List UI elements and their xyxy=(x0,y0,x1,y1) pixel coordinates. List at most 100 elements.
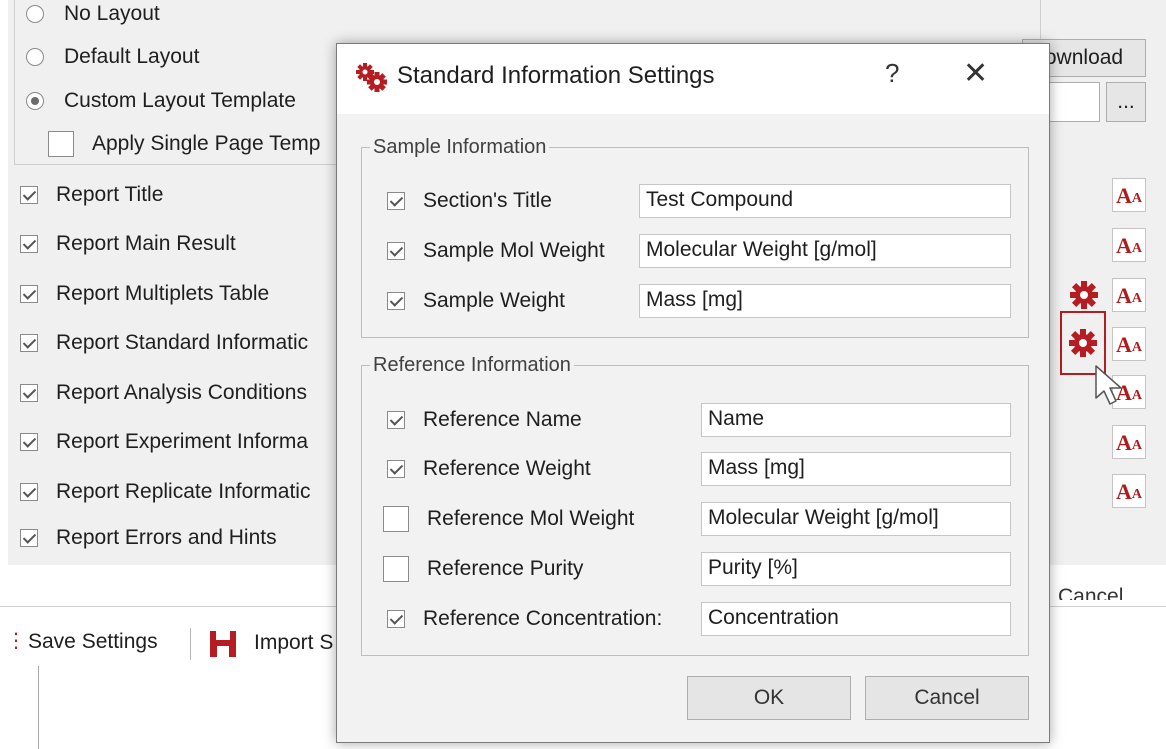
font-a-icon: A xyxy=(1115,430,1132,455)
checkbox-label: Report Analysis Conditions xyxy=(56,381,307,404)
checkbox[interactable] xyxy=(20,433,38,451)
reference-name-input[interactable]: Name xyxy=(701,403,1011,437)
apply-single-page-checkbox[interactable]: Apply Single Page Temp xyxy=(48,127,320,161)
checkbox-label: Report Multiplets Table xyxy=(56,282,270,305)
gear-icon xyxy=(1070,281,1098,309)
radio-label: No Layout xyxy=(64,2,160,25)
checkbox[interactable] xyxy=(383,506,409,532)
group-legend: Reference Information xyxy=(373,354,571,376)
browse-button[interactable]: ... xyxy=(1106,82,1146,122)
font-settings-button[interactable]: AA xyxy=(1112,425,1146,459)
font-a-icon: A xyxy=(1115,283,1132,308)
close-button[interactable]: ✕ xyxy=(963,56,988,91)
reference-weight-input[interactable]: Mass [mg] xyxy=(701,452,1011,486)
radio-label: Default Layout xyxy=(64,45,200,68)
reference-mol-weight-checkbox[interactable]: Reference Mol Weight xyxy=(383,504,634,534)
checkbox[interactable] xyxy=(48,131,74,157)
checkbox-label: Section's Title xyxy=(423,189,552,212)
checkbox[interactable] xyxy=(387,610,405,628)
checkbox-label: Report Errors and Hints xyxy=(56,526,277,549)
checkbox[interactable] xyxy=(387,460,405,478)
save-settings-label: Save Settings xyxy=(28,630,158,653)
checkbox[interactable] xyxy=(383,556,409,582)
font-a-icon: A xyxy=(1115,233,1132,258)
cancel-button[interactable]: Cancel xyxy=(865,676,1029,720)
checkbox[interactable] xyxy=(387,411,405,429)
reference-concentration-input[interactable]: Concentration xyxy=(701,602,1011,636)
checkbox[interactable] xyxy=(20,334,38,352)
report-multiplets-table-checkbox[interactable]: Report Multiplets Table xyxy=(20,279,269,309)
checkbox[interactable] xyxy=(387,242,405,260)
save-settings-button[interactable]: Save Settings xyxy=(28,630,158,654)
ok-button[interactable]: OK xyxy=(687,676,851,720)
browse-button-label: ... xyxy=(1117,90,1135,113)
report-experiment-information-checkbox[interactable]: Report Experiment Informa xyxy=(20,427,308,457)
reference-weight-checkbox[interactable]: Reference Weight xyxy=(387,454,591,484)
checkbox[interactable] xyxy=(387,192,405,210)
report-main-result-checkbox[interactable]: Report Main Result xyxy=(20,229,236,259)
checkbox[interactable] xyxy=(387,292,405,310)
reference-mol-weight-input[interactable]: Molecular Weight [g/mol] xyxy=(701,502,1011,536)
mouse-cursor-icon xyxy=(1095,365,1122,405)
sample-mol-weight-checkbox[interactable]: Sample Mol Weight xyxy=(387,236,605,266)
font-settings-button[interactable]: AA xyxy=(1112,474,1146,508)
import-label: Import S xyxy=(254,631,334,654)
report-standard-information-checkbox[interactable]: Report Standard Informatic xyxy=(20,328,308,358)
checkbox[interactable] xyxy=(20,285,38,303)
radio-label: Custom Layout Template xyxy=(64,89,296,112)
font-a-icon: A xyxy=(1115,332,1132,357)
font-settings-button[interactable]: AA xyxy=(1112,278,1146,312)
checkbox-label: Reference Name xyxy=(423,408,582,431)
radio-button[interactable] xyxy=(26,5,44,23)
checkbox-label: Sample Weight xyxy=(423,289,566,312)
sections-title-checkbox[interactable]: Section's Title xyxy=(387,186,552,216)
help-button[interactable]: ? xyxy=(885,58,899,89)
template-path-input[interactable] xyxy=(1042,82,1100,122)
checkbox[interactable] xyxy=(20,384,38,402)
checkbox[interactable] xyxy=(20,235,38,253)
radio-button-selected[interactable] xyxy=(26,92,44,110)
checkbox-label: Sample Mol Weight xyxy=(423,239,605,262)
checkbox-label: Reference Mol Weight xyxy=(427,507,635,530)
download-button-label: ownload xyxy=(1044,46,1124,69)
group-legend: Sample Information xyxy=(373,136,547,158)
radio-button[interactable] xyxy=(26,48,44,66)
gears-icon xyxy=(356,63,387,92)
checkbox-label: Report Title xyxy=(56,183,164,206)
report-analysis-conditions-checkbox[interactable]: Report Analysis Conditions xyxy=(20,378,307,408)
radio-custom-layout[interactable]: Custom Layout Template xyxy=(26,86,296,116)
report-replicate-information-checkbox[interactable]: Report Replicate Informatic xyxy=(20,477,310,507)
checkbox[interactable] xyxy=(20,529,38,547)
save-disk-icon xyxy=(210,631,236,657)
checkbox-label: Reference Purity xyxy=(427,557,584,580)
sample-weight-checkbox[interactable]: Sample Weight xyxy=(387,286,565,316)
sample-weight-input[interactable]: Mass [mg] xyxy=(639,284,1011,318)
reference-name-checkbox[interactable]: Reference Name xyxy=(387,405,582,435)
sections-title-input[interactable]: Test Compound xyxy=(639,184,1011,218)
import-settings-button[interactable]: Import S xyxy=(208,628,333,658)
checkbox[interactable] xyxy=(20,483,38,501)
radio-no-layout[interactable]: No Layout xyxy=(26,0,160,29)
reference-purity-input[interactable]: Purity [%] xyxy=(701,552,1011,586)
checkbox-label: Report Standard Informatic xyxy=(56,331,309,354)
checkbox-label: Apply Single Page Temp xyxy=(92,132,321,155)
dialog-title: Standard Information Settings xyxy=(397,62,715,89)
report-errors-hints-checkbox[interactable]: Report Errors and Hints xyxy=(20,523,277,553)
multiplets-settings-button[interactable] xyxy=(1064,275,1104,315)
ok-label: OK xyxy=(753,686,785,709)
checkbox-label: Report Experiment Informa xyxy=(56,430,309,453)
radio-default-layout[interactable]: Default Layout xyxy=(26,42,199,72)
checkbox-label: Report Replicate Informatic xyxy=(56,480,311,503)
reference-purity-checkbox[interactable]: Reference Purity xyxy=(383,554,583,584)
handle-icon: ⋮ xyxy=(6,630,26,652)
font-settings-button[interactable]: AA xyxy=(1112,327,1146,361)
report-title-checkbox[interactable]: Report Title xyxy=(20,180,163,210)
sample-mol-weight-input[interactable]: Molecular Weight [g/mol] xyxy=(639,234,1011,268)
standard-information-dialog: Standard Information Settings ? ✕ Sample… xyxy=(336,43,1050,743)
font-settings-button[interactable]: AA xyxy=(1112,228,1146,262)
reference-concentration-checkbox[interactable]: Reference Concentration: xyxy=(387,604,662,634)
checkbox-label: Reference Weight xyxy=(423,457,591,480)
checkbox[interactable] xyxy=(20,186,38,204)
font-settings-button[interactable]: AA xyxy=(1112,178,1146,212)
font-a-icon: A xyxy=(1115,479,1132,504)
